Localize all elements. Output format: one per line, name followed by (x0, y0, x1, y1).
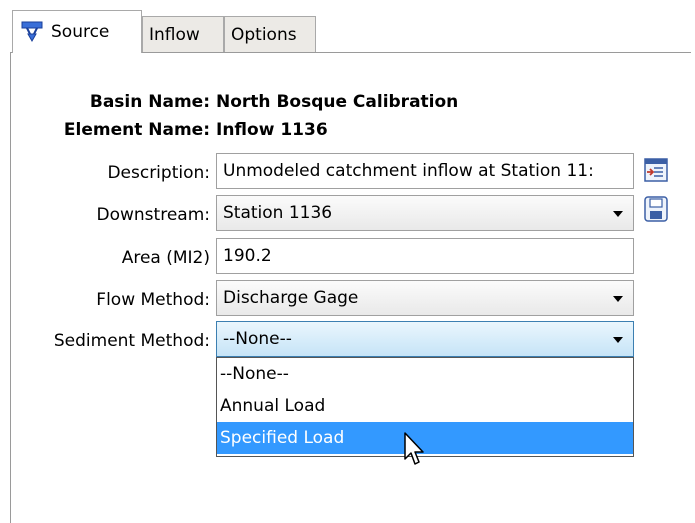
dropdown-option-annual-load[interactable]: Annual Load (217, 390, 633, 422)
basin-name-label: Basin Name: (89, 92, 210, 112)
sediment-method-select[interactable]: --None-- (216, 321, 634, 357)
area-value: 190.2 (223, 246, 272, 266)
flow-method-value: Discharge Gage (223, 288, 359, 308)
downstream-label: Downstream: (96, 205, 210, 225)
chevron-down-icon (613, 296, 623, 302)
sediment-method-value: --None-- (223, 329, 292, 349)
description-editor-icon[interactable] (644, 158, 668, 182)
downstream-select[interactable]: Station 1136 (216, 195, 634, 231)
mouse-pointer-icon (404, 432, 426, 473)
area-label: Area (MI2) (121, 248, 210, 268)
tab-source-label: Source (51, 22, 110, 42)
save-element-icon[interactable] (644, 196, 668, 222)
element-name-label: Element Name: (63, 120, 210, 140)
tab-source[interactable]: Source (12, 10, 142, 53)
dropdown-option-none[interactable]: --None-- (217, 358, 633, 390)
area-input[interactable]: 190.2 (216, 238, 634, 274)
description-value: Unmodeled catchment inflow at Station 11… (223, 161, 594, 181)
source-node-icon (19, 20, 45, 44)
description-label: Description: (107, 163, 210, 183)
tab-inflow-label: Inflow (149, 24, 200, 45)
basin-name-value: North Bosque Calibration (216, 92, 459, 112)
downstream-value: Station 1136 (223, 203, 333, 223)
chevron-down-icon (613, 211, 623, 217)
flow-method-select[interactable]: Discharge Gage (216, 280, 634, 316)
chevron-down-icon (613, 337, 623, 343)
tab-options-label: Options (231, 24, 297, 45)
description-field[interactable]: Unmodeled catchment inflow at Station 11… (216, 153, 634, 189)
flow-method-label: Flow Method: (96, 290, 210, 310)
element-name-value: Inflow 1136 (216, 120, 328, 140)
sediment-method-label: Sediment Method: (53, 331, 210, 351)
tab-inflow[interactable]: Inflow (142, 16, 224, 52)
tab-options[interactable]: Options (224, 16, 316, 52)
